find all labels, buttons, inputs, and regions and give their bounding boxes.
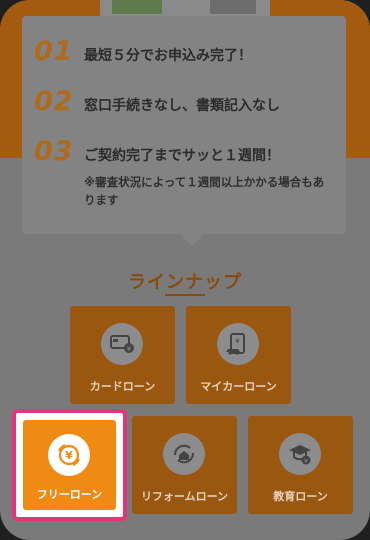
lineup-item-education-loan[interactable]: ¥ 教育ローン bbox=[248, 416, 353, 514]
lineup-item-label: リフォームローン bbox=[140, 490, 229, 503]
speech-tail bbox=[179, 233, 205, 246]
house-renovation-icon bbox=[163, 433, 205, 475]
lineup-item-label: カードローン bbox=[89, 380, 156, 393]
step-number: 03 bbox=[34, 136, 74, 167]
lineup-item-label: フリーローン bbox=[36, 488, 103, 501]
lineup-item-free-loan[interactable]: ¥ フリーローン bbox=[23, 420, 116, 510]
step-text: 窓口手続きなし、書類記入なし bbox=[84, 98, 280, 114]
review-note: ※審査状況によって１週間以上かかる場合もあります bbox=[84, 175, 325, 207]
step-number: 02 bbox=[34, 86, 74, 117]
lineup-item-card-loan[interactable]: ¥ カードローン bbox=[70, 306, 175, 404]
free-loan-yen-icon: ¥ bbox=[48, 434, 90, 476]
lineup-item-reform-loan[interactable]: リフォームローン bbox=[132, 416, 237, 514]
lineup-title: ラインナップ bbox=[128, 272, 242, 293]
feature-step-1: 01 最短５分でお申込み完了！ bbox=[34, 36, 252, 67]
lineup-item-label: 教育ローン bbox=[273, 490, 328, 503]
svg-text:¥: ¥ bbox=[235, 337, 240, 345]
feature-step-2: 02 窓口手続きなし、書類記入なし bbox=[34, 86, 280, 117]
feature-step-3: 03 ご契約完了までサッと１週間！ bbox=[34, 136, 280, 167]
svg-text:¥: ¥ bbox=[304, 457, 308, 465]
selected-highlight: ¥ フリーローン bbox=[12, 409, 127, 521]
step-number: 01 bbox=[34, 36, 74, 67]
graduation-cap-icon: ¥ bbox=[279, 433, 321, 475]
lineup-item-label: マイカーローン bbox=[200, 380, 277, 393]
features-card: 01 最短５分でお申込み完了！ 02 窓口手続きなし、書類記入なし 03 ご契約… bbox=[22, 16, 346, 234]
svg-text:¥: ¥ bbox=[65, 449, 73, 462]
credit-card-icon: ¥ bbox=[101, 323, 143, 365]
svg-text:¥: ¥ bbox=[127, 345, 132, 353]
step-text: ご契約完了までサッと１週間！ bbox=[84, 148, 280, 164]
car-loan-icon: ¥ bbox=[217, 323, 259, 365]
phone-screen: 01 最短５分でお申込み完了！ 02 窓口手続きなし、書類記入なし 03 ご契約… bbox=[0, 0, 370, 540]
lineup-item-car-loan[interactable]: ¥ マイカーローン bbox=[186, 306, 291, 404]
step-text: 最短５分でお申込み完了！ bbox=[84, 48, 252, 64]
title-underline bbox=[165, 294, 205, 296]
